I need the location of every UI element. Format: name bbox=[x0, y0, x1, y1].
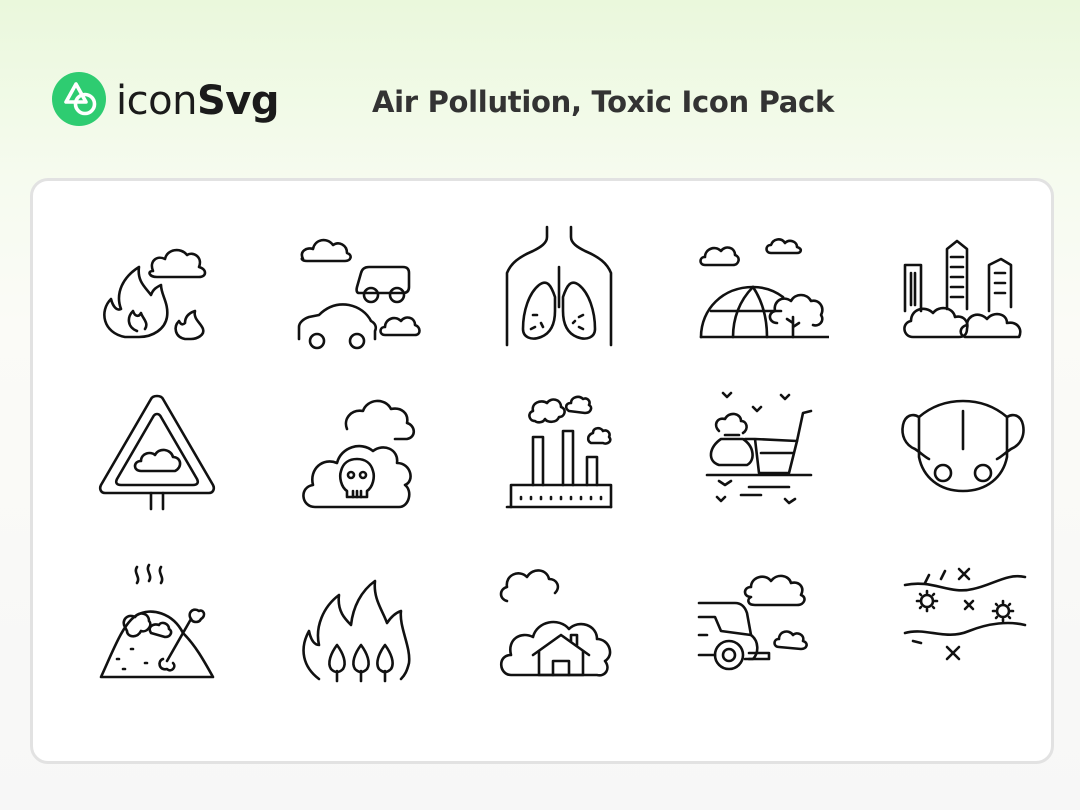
car-emission-icon[interactable] bbox=[689, 551, 829, 691]
globe-trees-clouds-icon[interactable] bbox=[689, 211, 829, 351]
brand-name: iconSvg bbox=[116, 74, 279, 128]
iconsvg-logo-icon bbox=[52, 72, 106, 126]
icon-grid-panel bbox=[30, 178, 1054, 764]
brand-name-bold: Svg bbox=[196, 78, 280, 124]
polluted-river-icon[interactable] bbox=[893, 551, 1033, 691]
brand-name-regular: icon bbox=[116, 78, 197, 124]
factory-smoke-icon[interactable] bbox=[489, 381, 629, 521]
landfill-waste-icon[interactable] bbox=[87, 551, 227, 691]
pollution-warning-sign-icon[interactable] bbox=[87, 381, 227, 521]
house-smog-icon[interactable] bbox=[489, 551, 629, 691]
car-exhaust-clouds-icon[interactable] bbox=[289, 211, 429, 351]
forest-fire-icon[interactable] bbox=[289, 551, 429, 691]
litter-garbage-icon[interactable] bbox=[689, 381, 829, 521]
city-smog-icon[interactable] bbox=[893, 211, 1033, 351]
damaged-lungs-icon[interactable] bbox=[489, 211, 629, 351]
face-mask-icon[interactable] bbox=[893, 381, 1033, 521]
toxic-cloud-skull-icon[interactable] bbox=[289, 381, 429, 521]
header: iconSvg Air Pollution, Toxic Icon Pack bbox=[0, 0, 1080, 170]
page-title: Air Pollution, Toxic Icon Pack bbox=[372, 85, 834, 119]
wildfire-smoke-icon[interactable] bbox=[87, 211, 227, 351]
